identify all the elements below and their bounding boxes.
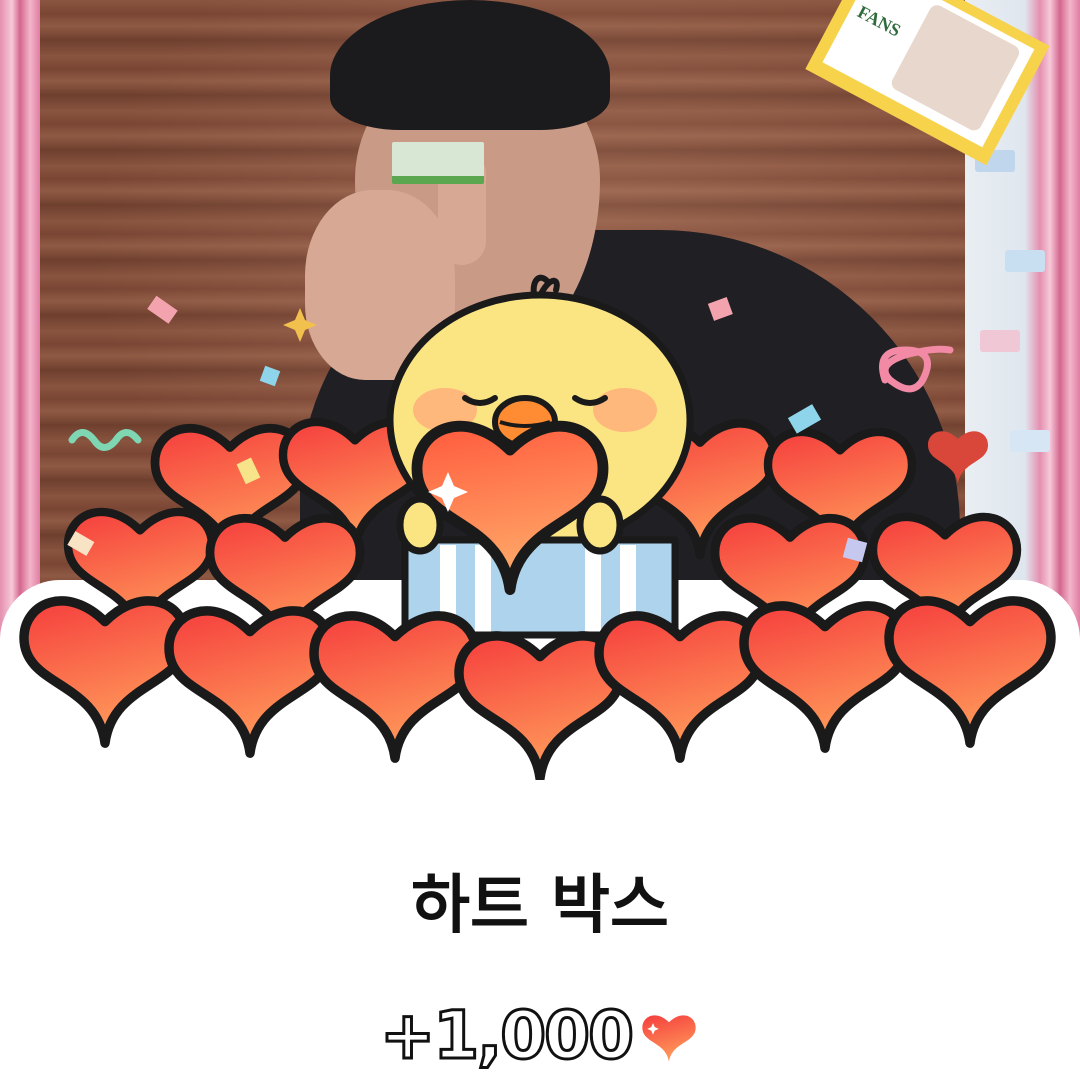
app-screen: FANS 하트 박스 +1,000 bbox=[0, 0, 1080, 1080]
heart-box-illustration bbox=[0, 274, 1080, 780]
reward-title: 하트 박스 bbox=[411, 869, 669, 943]
heart-icon bbox=[642, 1015, 696, 1063]
reward-amount: +1,000 bbox=[378, 996, 635, 1075]
reward-amount-row: +1,000 bbox=[0, 996, 1080, 1076]
